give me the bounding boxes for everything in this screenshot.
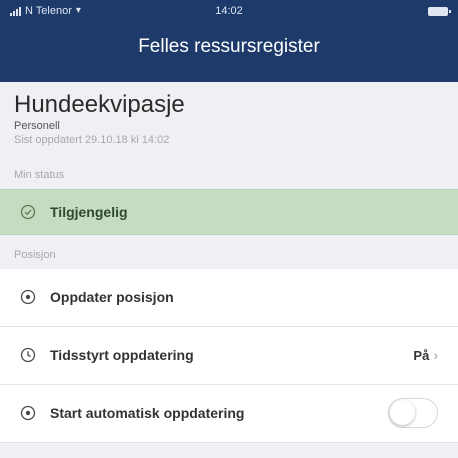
update-position-row[interactable]: Oppdater posisjon <box>0 268 458 327</box>
check-circle-icon <box>20 204 36 219</box>
top-bar: N Telenor ▾ 14:02 Felles ressursregister <box>0 0 458 82</box>
location-icon <box>20 290 36 305</box>
page-title: Felles ressursregister <box>138 36 320 57</box>
app-screen: N Telenor ▾ 14:02 Felles ressursregister… <box>0 0 458 458</box>
signal-icon <box>10 6 21 16</box>
wifi-icon: ▾ <box>75 5 81 16</box>
auto-update-toggle[interactable] <box>388 398 438 429</box>
location-icon <box>20 406 36 421</box>
scheduled-update-label: Tidsstyrt oppdatering <box>50 347 194 364</box>
chevron-right-icon: › <box>433 347 438 364</box>
update-position-label: Oppdater posisjon <box>50 289 174 306</box>
auto-update-label: Start automatisk oppdatering <box>50 405 245 422</box>
battery-icon <box>428 6 451 16</box>
scheduled-update-value: På <box>413 347 430 363</box>
position-section-label: Posisjon <box>14 248 56 261</box>
status-available-row[interactable]: Tilgjengelig <box>0 188 458 235</box>
status-left: N Telenor ▾ <box>10 5 81 17</box>
toggle-knob <box>390 400 415 426</box>
clock-icon <box>20 348 36 363</box>
status-section-label: Min status <box>14 168 65 181</box>
resource-header: Hundeekvipasje Personell Sist oppdatert … <box>0 82 458 155</box>
resource-name: Hundeekvipasje <box>14 91 185 118</box>
resource-type: Personell <box>14 120 60 133</box>
status-bar: N Telenor ▾ <box>0 0 458 22</box>
last-updated: Sist oppdatert 29.10.18 kl 14:02 <box>14 133 170 146</box>
status-label: Tilgjengelig <box>50 203 128 220</box>
scheduled-update-row[interactable]: Tidsstyrt oppdatering På › <box>0 326 458 385</box>
position-list: Oppdater posisjon Tidsstyrt oppdatering … <box>0 268 458 443</box>
auto-update-row: Start automatisk oppdatering <box>0 384 458 443</box>
carrier-label: N Telenor <box>25 5 72 17</box>
